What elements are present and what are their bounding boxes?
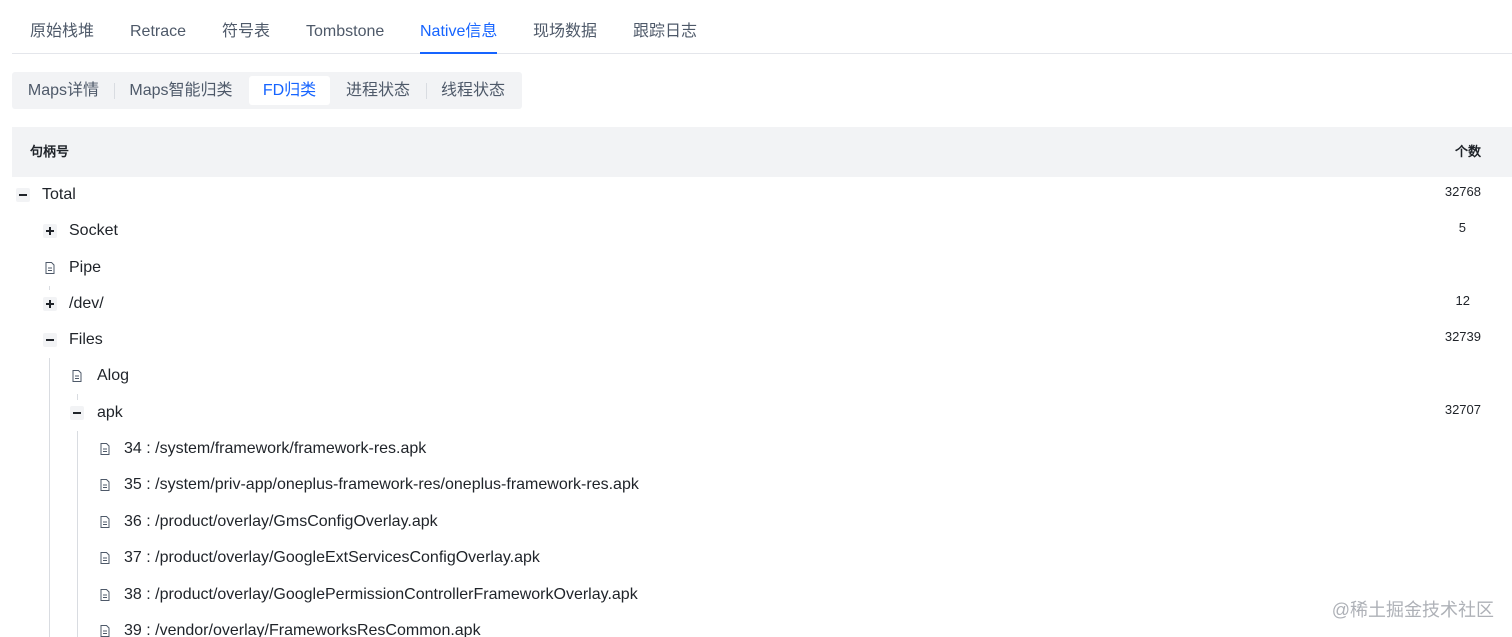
collapse-toggle[interactable] <box>16 188 30 202</box>
tree-row-pipe: Pipe <box>12 250 1512 286</box>
tree-row-apk: apk 32707 <box>12 395 1512 431</box>
fd-count: 12 <box>1455 293 1470 308</box>
file-icon <box>100 516 110 528</box>
file-icon <box>100 479 110 491</box>
tree-node-label: Files <box>69 331 103 348</box>
tab-raw-stack[interactable]: 原始栈堆 <box>30 20 94 54</box>
tree-node-label: Pipe <box>69 259 102 276</box>
main-tab-bar: 原始栈堆 Retrace 符号表 Tombstone Native信息 现场数据… <box>12 0 1512 54</box>
file-icon <box>72 370 82 382</box>
fd-count: 32739 <box>1444 329 1481 344</box>
tree-row-files: Files 32739 <box>12 322 1512 358</box>
tree-node-label: 35 : /system/priv-app/oneplus-framework-… <box>124 476 639 493</box>
sub-tab-group: Maps详情 Maps智能归类 FD归类 进程状态 线程状态 <box>12 72 522 109</box>
expand-toggle[interactable] <box>43 224 57 238</box>
tree-row-socket: Socket 5 <box>12 213 1512 249</box>
subtab-process-state[interactable]: 进程状态 <box>333 76 423 105</box>
tab-native-info[interactable]: Native信息 <box>420 20 498 54</box>
tab-trace-log[interactable]: 跟踪日志 <box>633 20 697 54</box>
tree-row-apk-file: 39 : /vendor/overlay/FrameworksResCommon… <box>12 613 1512 637</box>
tree-node-label: Total <box>42 186 76 203</box>
fd-count: 32768 <box>1444 184 1481 199</box>
column-header-count: 个数 <box>1454 144 1481 159</box>
fd-count: 32707 <box>1444 402 1481 417</box>
table-header: 句柄号 个数 <box>12 127 1512 177</box>
tree-row-apk-file: 35 : /system/priv-app/oneplus-framework-… <box>12 467 1512 503</box>
tab-retrace[interactable]: Retrace <box>130 20 186 54</box>
column-header-handle: 句柄号 <box>30 144 70 159</box>
tree-node-label: apk <box>97 404 123 421</box>
fd-count: 5 <box>1458 220 1466 235</box>
tree-node-label: 39 : /vendor/overlay/FrameworksResCommon… <box>124 622 481 637</box>
subtab-maps-smart[interactable]: Maps智能归类 <box>116 76 246 105</box>
tree-row-apk-file: 34 : /system/framework/framework-res.apk <box>12 431 1512 467</box>
collapse-toggle[interactable] <box>43 333 57 347</box>
expand-toggle[interactable] <box>43 297 57 311</box>
file-icon <box>100 552 110 564</box>
tree-node-label: 34 : /system/framework/framework-res.apk <box>124 440 427 457</box>
tree-node-label: 38 : /product/overlay/GooglePermissionCo… <box>124 586 638 603</box>
tab-symbols[interactable]: 符号表 <box>222 20 270 54</box>
subtab-thread-state[interactable]: 线程状态 <box>428 76 518 105</box>
tree-row-apk-file: 36 : /product/overlay/GmsConfigOverlay.a… <box>12 504 1512 540</box>
subtab-maps-detail[interactable]: Maps详情 <box>16 76 111 105</box>
file-icon <box>45 262 55 274</box>
collapse-toggle[interactable] <box>70 406 84 420</box>
file-icon <box>100 443 110 455</box>
tab-tombstone[interactable]: Tombstone <box>306 20 384 54</box>
tree-node-label: /dev/ <box>69 295 104 312</box>
tree-row-alog: Alog <box>12 358 1512 394</box>
tab-scene-data[interactable]: 现场数据 <box>533 20 597 54</box>
tree-node-label: Alog <box>97 367 130 384</box>
watermark: @稀土掘金技术社区 <box>1331 600 1494 620</box>
file-icon <box>100 625 110 637</box>
tree-node-label: 36 : /product/overlay/GmsConfigOverlay.a… <box>124 513 438 530</box>
tree-node-label: Socket <box>69 222 118 239</box>
sub-tab-divider <box>426 83 427 99</box>
tree-row-apk-file: 38 : /product/overlay/GooglePermissionCo… <box>12 577 1512 613</box>
subtab-fd-class[interactable]: FD归类 <box>249 76 330 105</box>
tree-node-label: 37 : /product/overlay/GoogleExtServicesC… <box>124 549 540 566</box>
file-icon <box>100 589 110 601</box>
tree-row-dev: /dev/ 12 <box>12 286 1512 322</box>
tree-row-total: Total 32768 <box>12 177 1512 213</box>
tree-row-apk-file: 37 : /product/overlay/GoogleExtServicesC… <box>12 540 1512 576</box>
sub-tab-divider <box>114 83 115 99</box>
